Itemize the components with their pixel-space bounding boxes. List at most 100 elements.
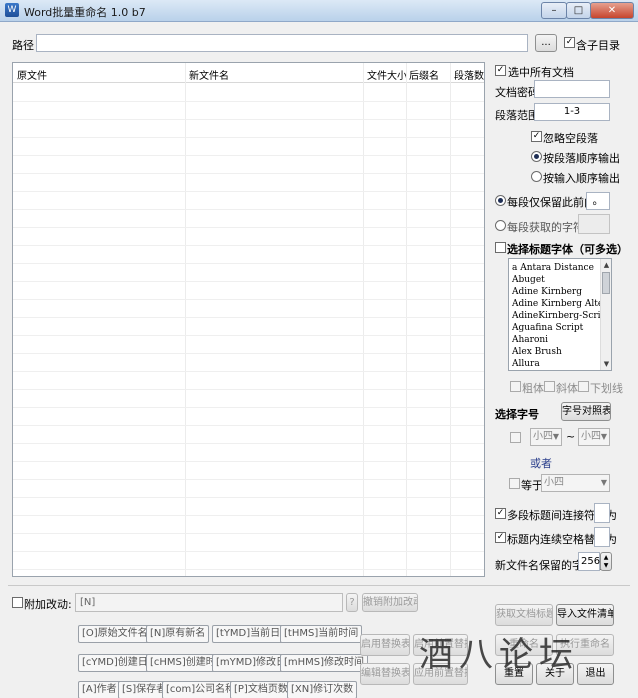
column-header[interactable]: 后缀名 [409, 67, 439, 82]
token-company[interactable]: [com]公司名称 [162, 681, 240, 698]
doc-password-label: 文档密码 [495, 86, 539, 99]
para-range-input[interactable]: 1-3 [534, 103, 610, 121]
char-count-input[interactable] [578, 214, 610, 234]
row-line [13, 443, 484, 444]
row-line [13, 533, 484, 534]
font-list-item[interactable]: Alex Brush [509, 346, 611, 358]
row-line [13, 191, 484, 192]
get-title-button[interactable]: 获取文档标题 [495, 604, 553, 626]
font-list-item[interactable]: Aharoni [509, 334, 611, 346]
maximize-button[interactable]: □ [566, 2, 591, 19]
heading-font-label: 选择标题字体（可多选） [507, 243, 628, 256]
or-label: 或者 [530, 457, 552, 470]
column-header[interactable]: 文件大小 [367, 67, 407, 82]
order-by-input-radio[interactable] [531, 171, 542, 182]
file-table[interactable]: 原文件 新文件名 文件大小 后缀名 段落数 [12, 62, 485, 577]
heading-font-checkbox[interactable] [495, 242, 506, 253]
edit-replace-button[interactable]: 编辑替换表 [360, 663, 410, 685]
font-list-scrollbar[interactable]: ▲ ▼ [600, 259, 611, 370]
window-title: Word批量重命名 1.0 b7 [24, 6, 146, 19]
italic-label: 斜体 [556, 382, 578, 395]
path-label: 路径 [12, 39, 34, 52]
font-list-item[interactable]: AdineKirnberg-Script [509, 310, 611, 322]
token-existing-name[interactable]: [N]原有新名 [146, 625, 210, 643]
font-list-item[interactable]: Allura [509, 358, 611, 370]
scroll-up-icon[interactable]: ▲ [602, 260, 611, 270]
keep-chars-spinner[interactable]: ▲ ▼ [600, 552, 612, 571]
keep-before-radio[interactable] [495, 195, 506, 206]
row-line [13, 119, 484, 120]
subdir-checkbox[interactable]: ✓ [564, 37, 575, 48]
token-original-name[interactable]: [O]原始文件名 [78, 625, 152, 643]
row-line [13, 173, 484, 174]
row-line [13, 263, 484, 264]
font-list-item[interactable]: Abuget [509, 274, 611, 286]
row-line [13, 299, 484, 300]
token-modify-time[interactable]: [mHMS]修改时间 [280, 654, 369, 672]
font-list-item[interactable]: Adine Kirnberg [509, 286, 611, 298]
multi-para-join-input[interactable] [594, 503, 610, 523]
size-from-select[interactable]: 小四 ▼ [530, 428, 562, 446]
underline-label: 下划线 [590, 382, 623, 395]
underline-checkbox[interactable] [578, 381, 589, 392]
row-line [13, 389, 484, 390]
font-list-item[interactable]: Aguafina Script [509, 322, 611, 334]
token-page-count[interactable]: [P]文档页数 [230, 681, 292, 698]
ignore-empty-checkbox[interactable]: ✓ [531, 131, 542, 142]
size-equal-checkbox[interactable] [509, 478, 520, 489]
size-equal-select[interactable]: 小四 ▼ [541, 474, 610, 492]
subdir-label: 含子目录 [576, 39, 620, 52]
forum-watermark: 酒八论坛 [419, 635, 579, 675]
column-header[interactable]: 段落数 [454, 67, 484, 82]
size-to-select[interactable]: 小四 ▼ [578, 428, 610, 446]
row-line [13, 551, 484, 552]
select-all-checkbox[interactable]: ✓ [495, 65, 506, 76]
inner-space-checkbox[interactable]: ✓ [495, 532, 506, 543]
row-line [13, 497, 484, 498]
exit-button[interactable]: 退出 [577, 663, 614, 685]
range-separator: ~ [566, 430, 576, 443]
font-size-label: 选择字号 [495, 408, 539, 421]
path-input[interactable] [36, 34, 528, 52]
token-author[interactable]: [A]作者 [78, 681, 121, 698]
import-list-button[interactable]: 导入文件清单 [556, 604, 614, 626]
doc-password-input[interactable] [534, 80, 610, 98]
scroll-down-icon[interactable]: ▼ [602, 359, 611, 369]
token-revision-count[interactable]: [XN]修订次数 [287, 681, 358, 698]
column-divider [185, 63, 186, 576]
ignore-empty-label: 忽略空段落 [543, 132, 598, 145]
inner-space-input[interactable] [594, 527, 610, 547]
browse-button[interactable]: ... [535, 34, 557, 52]
row-line [13, 245, 484, 246]
scroll-thumb[interactable] [602, 272, 610, 294]
keep-before-input[interactable]: 。 [586, 192, 610, 210]
append-checkbox[interactable] [12, 597, 23, 608]
order-by-para-label: 按段落顺序输出 [543, 152, 620, 165]
row-line [13, 281, 484, 282]
close-button[interactable]: ✕ [590, 2, 634, 19]
font-list[interactable]: a Antara Distance Abuget Adine Kirnberg … [508, 258, 612, 371]
select-all-label: 选中所有文档 [508, 66, 574, 79]
column-header[interactable]: 新文件名 [189, 67, 229, 82]
italic-checkbox[interactable] [544, 381, 555, 392]
cancel-append-button[interactable]: 撤销附加改动 [362, 593, 418, 612]
help-button[interactable]: ? [346, 593, 358, 612]
multi-para-join-checkbox[interactable]: ✓ [495, 508, 506, 519]
append-input[interactable]: [N] [75, 593, 343, 612]
para-range-label: 段落范围 [495, 109, 539, 122]
order-by-para-radio[interactable] [531, 151, 542, 162]
title-bar: W Word批量重命名 1.0 b7 – □ ✕ [0, 0, 638, 22]
bold-checkbox[interactable] [510, 381, 521, 392]
row-line [13, 425, 484, 426]
token-current-time[interactable]: [tHMS]当前时间 [280, 625, 363, 643]
font-list-item[interactable]: Adine Kirnberg Altern [509, 298, 611, 310]
minimize-button[interactable]: – [541, 2, 567, 19]
font-list-item[interactable]: a Antara Distance [509, 262, 611, 274]
row-line [13, 209, 484, 210]
font-size-table-button[interactable]: 字号对照表 [561, 402, 611, 421]
keep-chars-input[interactable]: 256 [578, 552, 600, 571]
enable-replace-button[interactable]: 启用替换表 [360, 634, 410, 656]
char-count-radio[interactable] [495, 220, 506, 231]
column-header[interactable]: 原文件 [17, 67, 47, 82]
size-range-checkbox[interactable] [510, 432, 521, 443]
